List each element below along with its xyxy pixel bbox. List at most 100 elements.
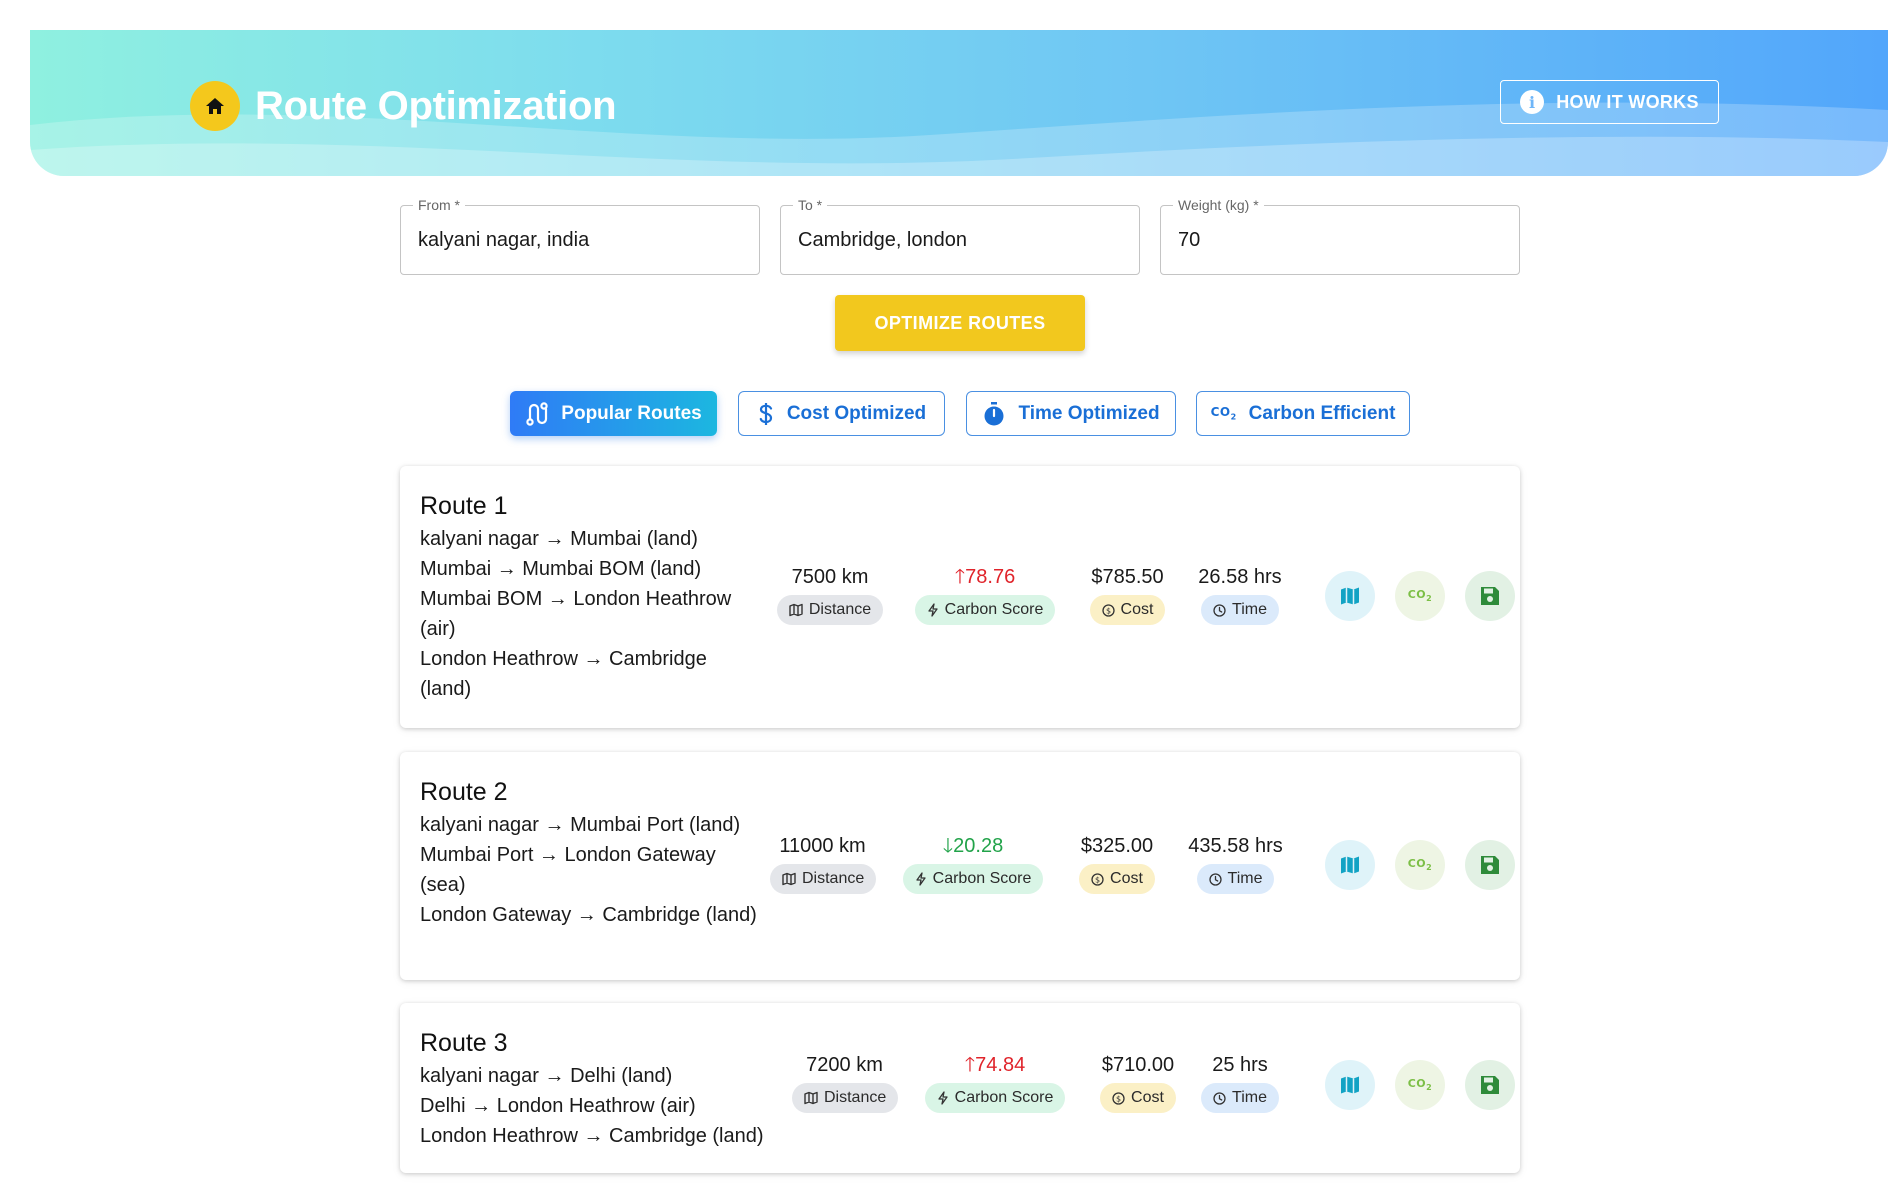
cost-metric: $325.00 $ Cost (1072, 832, 1162, 894)
route-title: Route 2 (420, 778, 508, 806)
cost-chip: $ Cost (1100, 1083, 1176, 1113)
home-icon (206, 98, 224, 114)
arrow-down-icon: 🡓 (942, 835, 954, 857)
carbon-metric: 🡓20.28 Carbon Score (898, 832, 1048, 894)
clock-icon (1208, 872, 1222, 886)
how-it-works-label: HOW IT WORKS (1556, 91, 1699, 112)
svg-text:$: $ (1116, 1094, 1121, 1103)
weight-field: Weight (kg) * (1160, 196, 1520, 275)
route-card: Route 3 kalyani nagar → Delhi (land) Del… (400, 1003, 1520, 1173)
map-icon (804, 1091, 818, 1105)
time-chip: Time (1196, 864, 1275, 894)
time-metric: 435.58 hrs Time (1178, 832, 1293, 894)
carbon-chip: Carbon Score (924, 1083, 1066, 1113)
tab-cost-optimized[interactable]: Cost Optimized (738, 391, 945, 436)
tab-time-optimized[interactable]: Time Optimized (966, 391, 1176, 436)
view-map-button[interactable] (1325, 840, 1375, 890)
header-banner: Route Optimization i HOW IT WORKS (30, 30, 1888, 176)
carbon-metric: 🡑74.84 Carbon Score (920, 1051, 1070, 1113)
time-label: Time (1232, 601, 1267, 618)
distance-metric: 11000 km Distance (770, 832, 877, 894)
bolt-icon (915, 872, 926, 886)
save-route-button[interactable] (1465, 1060, 1515, 1110)
arrow-up-icon: 🡑 (964, 1054, 976, 1076)
time-chip: Time (1201, 1083, 1279, 1113)
route-leg: kalyani nagar → Delhi (land) (420, 1065, 673, 1087)
info-icon: i (1520, 90, 1545, 114)
cost-metric: $710.00 $ Cost (1093, 1051, 1183, 1113)
route-leg: Mumbai → Mumbai BOM (land) (420, 558, 702, 580)
coin-icon: $ (1091, 872, 1104, 886)
coin-icon: $ (1112, 1091, 1125, 1105)
from-input[interactable] (401, 206, 759, 274)
route-icon (525, 401, 549, 427)
view-map-button[interactable] (1325, 571, 1375, 621)
route-title: Route 1 (420, 492, 508, 520)
carbon-details-button[interactable]: CO2 (1395, 840, 1445, 890)
carbon-score-value: 🡑78.76 (954, 566, 1016, 588)
cost-value: $325.00 (1080, 835, 1154, 857)
cost-label: Cost (1131, 1089, 1164, 1106)
tab-label: Carbon Efficient (1248, 402, 1396, 424)
home-button[interactable] (190, 81, 240, 131)
route-card: Route 1 kalyani nagar → Mumbai (land) Mu… (400, 466, 1520, 728)
coin-icon: $ (1101, 603, 1115, 617)
bolt-icon (937, 1091, 948, 1105)
map-icon (789, 603, 803, 617)
bolt-icon (927, 603, 938, 617)
route-leg: kalyani nagar → Mumbai Port (land) (420, 814, 741, 836)
distance-label: Distance (824, 1089, 887, 1106)
map-icon (1341, 856, 1359, 874)
co2-icon: CO2 (1407, 588, 1433, 604)
distance-value: 7200 km (806, 1054, 883, 1076)
route-legs: kalyani nagar → Delhi (land) Delhi → Lon… (420, 1061, 800, 1151)
distance-metric: 7500 km Distance (775, 563, 885, 625)
route-leg: kalyani nagar → Mumbai (land) (420, 528, 698, 550)
save-icon (1481, 587, 1499, 605)
time-metric: 25 hrs Time (1200, 1051, 1280, 1113)
arrow-up-icon: 🡑 (954, 566, 966, 588)
how-it-works-button[interactable]: i HOW IT WORKS (1500, 80, 1719, 124)
route-legs: kalyani nagar → Mumbai (land) Mumbai → M… (420, 524, 760, 704)
tab-popular-routes[interactable]: Popular Routes (510, 391, 717, 436)
weight-input[interactable] (1161, 206, 1519, 274)
save-route-button[interactable] (1465, 571, 1515, 621)
page-title: Route Optimization (255, 84, 617, 128)
distance-metric: 7200 km Distance (792, 1051, 899, 1113)
route-leg: London Gateway → Cambridge (land) (420, 904, 757, 926)
distance-chip: Distance (776, 595, 884, 625)
co2-icon: CO2 (1210, 405, 1237, 422)
carbon-details-button[interactable]: CO2 (1395, 571, 1445, 621)
cost-chip: $ Cost (1089, 595, 1166, 625)
save-route-button[interactable] (1465, 840, 1515, 890)
co2-icon: CO2 (1407, 1077, 1433, 1093)
to-field: To * (780, 196, 1140, 275)
carbon-score-value: 🡑74.84 (964, 1054, 1026, 1076)
view-map-button[interactable] (1325, 1060, 1375, 1110)
optimize-routes-button[interactable]: OPTIMIZE ROUTES (835, 295, 1085, 351)
carbon-label: Carbon Score (944, 601, 1044, 618)
route-leg: London Heathrow → Cambridge (land) (420, 1125, 764, 1147)
map-icon (1341, 1076, 1359, 1094)
cost-value: $785.50 (1091, 566, 1164, 588)
timer-icon (982, 401, 1006, 427)
carbon-details-button[interactable]: CO2 (1395, 1060, 1445, 1110)
svg-text:$: $ (1106, 606, 1111, 615)
route-leg: London Heathrow → Cambridge (land) (420, 648, 707, 700)
time-chip: Time (1201, 595, 1279, 625)
from-field: From * (400, 196, 760, 275)
cost-chip: $ Cost (1079, 864, 1155, 894)
time-metric: 26.58 hrs Time (1190, 563, 1290, 625)
map-icon (1341, 587, 1359, 605)
to-input[interactable] (781, 206, 1139, 274)
route-leg: Mumbai BOM → London Heathrow (air) (420, 588, 732, 640)
time-label: Time (1227, 870, 1263, 887)
distance-chip: Distance (770, 864, 877, 894)
route-leg: Mumbai Port → London Gateway (sea) (420, 844, 716, 896)
cost-label: Cost (1110, 870, 1143, 887)
tab-carbon-efficient[interactable]: CO2 Carbon Efficient (1196, 391, 1410, 436)
time-label: Time (1232, 1089, 1267, 1106)
svg-text:$: $ (1095, 875, 1100, 884)
time-value: 25 hrs (1212, 1054, 1268, 1076)
route-legs: kalyani nagar → Mumbai Port (land) Mumba… (420, 810, 760, 930)
